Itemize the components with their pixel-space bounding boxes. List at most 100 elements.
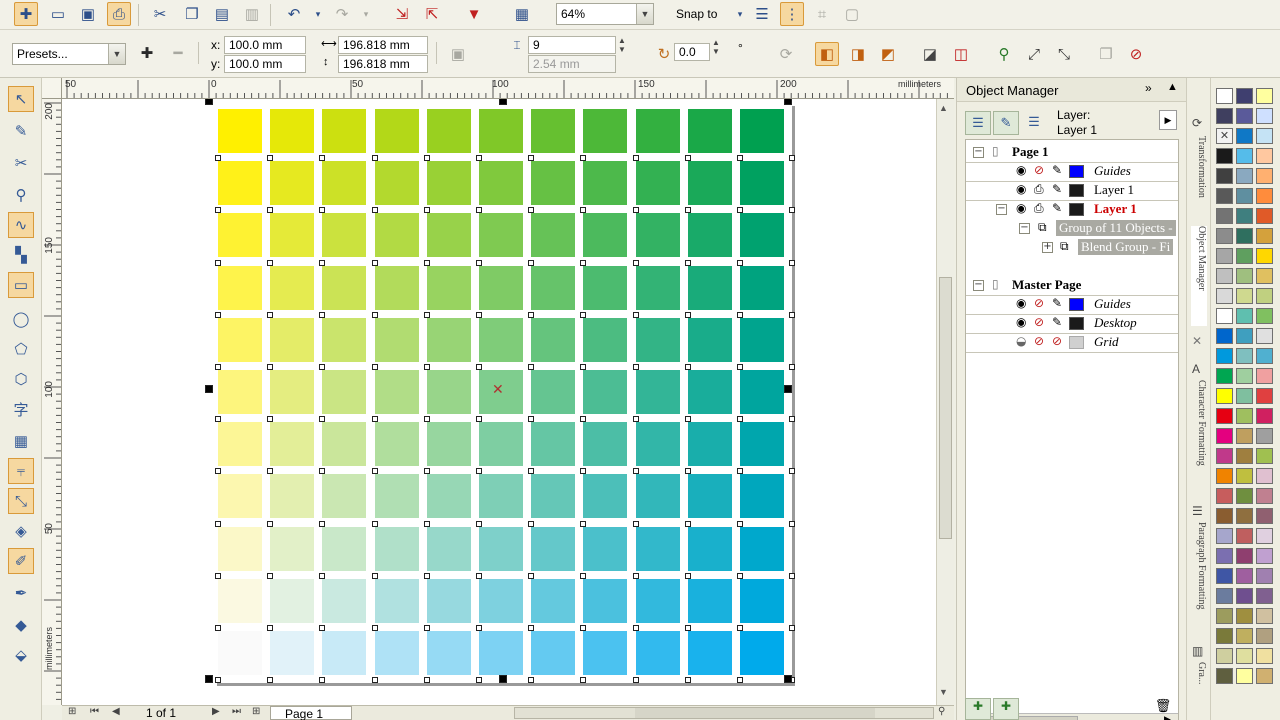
visibility-eye-icon[interactable]: ◉ — [1016, 201, 1026, 215]
palette-swatch[interactable] — [1236, 168, 1253, 184]
vertical-ruler[interactable]: 200 150 100 50 millimeters — [42, 99, 62, 705]
color-swatch[interactable] — [270, 213, 315, 258]
visibility-eye-icon[interactable]: ◉ — [1016, 296, 1026, 310]
palette-swatch[interactable] — [1256, 88, 1273, 104]
selection-handle[interactable] — [784, 675, 792, 683]
palette-swatch[interactable] — [1256, 228, 1273, 244]
color-swatch[interactable] — [218, 317, 262, 362]
color-swatch[interactable] — [583, 317, 628, 362]
palette-swatch[interactable] — [1236, 448, 1253, 464]
edit-pencil-icon[interactable]: ✎ — [1052, 296, 1062, 310]
palette-swatch[interactable] — [1256, 408, 1273, 424]
height-field[interactable]: 196.818 mm — [338, 55, 428, 73]
spinner-icon[interactable]: ▲ ▼ — [618, 36, 626, 54]
edit-disabled-icon[interactable]: ⊘ — [1052, 334, 1062, 348]
color-swatch[interactable] — [270, 265, 315, 310]
palette-swatch[interactable] — [1256, 428, 1273, 444]
visibility-eye-icon[interactable]: ◉ — [1016, 163, 1026, 177]
tree-row-layer[interactable]: ◉ ⎙ ✎ Layer 1 — [966, 181, 1178, 200]
palette-swatch[interactable] — [1256, 148, 1273, 164]
color-swatch[interactable] — [740, 474, 784, 519]
color-swatch[interactable] — [426, 526, 471, 571]
color-swatch[interactable] — [374, 213, 419, 258]
palette-swatch[interactable] — [1216, 308, 1233, 324]
color-swatch[interactable] — [635, 161, 680, 206]
palette-swatch[interactable] — [1216, 188, 1233, 204]
palette-swatch[interactable] — [1216, 388, 1233, 404]
palette-swatch[interactable] — [1256, 448, 1273, 464]
color-swatch[interactable] — [635, 631, 680, 675]
color-swatch[interactable] — [635, 109, 680, 153]
direct-blend-icon[interactable]: ◨ — [846, 42, 870, 66]
color-swatch[interactable] — [218, 526, 262, 571]
outline-pen-icon[interactable]: ✒ — [8, 580, 34, 606]
color-swatch[interactable] — [687, 109, 732, 153]
application-launcher-icon[interactable]: ▼ — [462, 2, 486, 26]
shape-tool-icon[interactable]: ✎ — [8, 118, 34, 144]
color-swatch[interactable] — [583, 526, 628, 571]
tree-row-guides[interactable]: ◉ ⊘ ✎ Guides — [966, 162, 1178, 181]
color-swatch[interactable] — [426, 631, 471, 675]
palette-swatch[interactable] — [1236, 648, 1253, 664]
ruler-origin[interactable] — [42, 78, 62, 99]
paste-icon[interactable]: ▤ — [210, 2, 234, 26]
import-icon[interactable]: ⇲ — [390, 2, 414, 26]
blend-spacing-field[interactable]: 2.54 mm — [528, 55, 616, 73]
palette-swatch[interactable] — [1256, 208, 1273, 224]
color-swatch[interactable] — [740, 161, 784, 206]
close-icon[interactable]: ✕ — [1192, 334, 1202, 348]
color-swatch[interactable] — [635, 317, 680, 362]
color-swatch[interactable] — [583, 422, 628, 467]
redo-icon[interactable]: ↷ — [330, 2, 354, 26]
color-swatch[interactable] — [635, 578, 680, 623]
color-swatch[interactable] — [374, 265, 419, 310]
object-acceleration-icon[interactable]: ◧ — [815, 42, 839, 66]
color-swatch[interactable] — [218, 474, 262, 519]
freehand-tool-icon[interactable]: ∿ — [8, 212, 34, 238]
printer-icon[interactable]: ⎙ — [1034, 201, 1044, 216]
new-layer-icon[interactable]: ✚ — [965, 698, 991, 720]
color-swatch[interactable] — [479, 161, 523, 206]
palette-swatch[interactable] — [1256, 548, 1273, 564]
palette-swatch[interactable] — [1256, 468, 1273, 484]
x-position-field[interactable]: 100.0 mm — [224, 36, 306, 54]
visibility-eye-icon[interactable]: ◉ — [1016, 182, 1026, 196]
palette-swatch[interactable] — [1256, 348, 1273, 364]
color-swatch[interactable] — [583, 370, 628, 414]
horizontal-scrollbar[interactable] — [514, 707, 934, 719]
color-swatch[interactable] — [322, 213, 367, 258]
color-swatch[interactable] — [687, 317, 732, 362]
palette-swatch[interactable] — [1256, 528, 1273, 544]
palette-swatch[interactable] — [1216, 468, 1233, 484]
color-swatch[interactable] — [322, 526, 367, 571]
color-swatch[interactable] — [531, 109, 576, 153]
color-swatch[interactable] — [374, 474, 419, 519]
color-swatch[interactable] — [426, 317, 471, 362]
palette-swatch[interactable] — [1216, 668, 1233, 684]
color-swatch[interactable] — [426, 213, 471, 258]
palette-swatch[interactable] — [1216, 148, 1233, 164]
tree-row-blend[interactable]: + ⧉ Blend Group - Fi — [966, 238, 1178, 257]
docker-menu-flyout-icon[interactable]: ▶ — [1159, 110, 1177, 130]
snap-dropdown-icon[interactable]: ▾ — [728, 2, 752, 26]
smart-fill-icon[interactable]: ▚ — [8, 242, 34, 268]
palette-swatch[interactable] — [1216, 648, 1233, 664]
visibility-eye-icon[interactable]: ◉ — [1016, 315, 1026, 329]
loop-blend-icon[interactable]: ⟳ — [774, 42, 798, 66]
scroll-down-icon[interactable]: ▼ — [939, 687, 948, 697]
palette-swatch[interactable] — [1216, 608, 1233, 624]
color-acceleration-icon[interactable]: ◫ — [949, 42, 973, 66]
palette-swatch[interactable] — [1256, 648, 1273, 664]
color-swatch[interactable] — [426, 109, 471, 153]
color-swatch[interactable] — [687, 578, 732, 623]
color-swatch[interactable] — [740, 213, 784, 258]
add-page-after-icon[interactable]: ⊞ — [252, 706, 260, 717]
edit-pencil-icon[interactable]: ✎ — [1052, 182, 1062, 196]
export-icon[interactable]: ⇱ — [420, 2, 444, 26]
fill-tool-icon[interactable]: ◆ — [8, 612, 34, 638]
print-disabled-icon[interactable]: ⊘ — [1034, 334, 1044, 348]
palette-swatch[interactable] — [1216, 428, 1233, 444]
previous-page-icon[interactable]: ◀ — [112, 706, 120, 717]
interactive-fill-icon[interactable]: ⬙ — [8, 642, 34, 668]
palette-swatch[interactable] — [1256, 108, 1273, 124]
